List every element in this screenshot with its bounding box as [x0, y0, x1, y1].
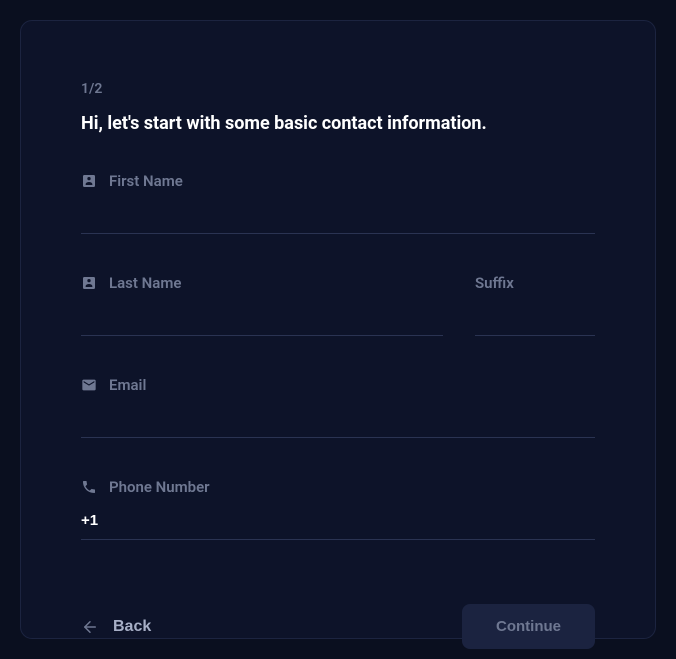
- contact-form-card: 1/2 Hi, let's start with some basic cont…: [20, 20, 656, 639]
- last-name-label-text: Last Name: [109, 274, 181, 292]
- first-name-label-text: First Name: [109, 172, 183, 190]
- phone-icon: [81, 479, 97, 495]
- step-indicator: 1/2: [81, 81, 595, 97]
- first-name-group: First Name: [81, 172, 595, 234]
- suffix-label-text: Suffix: [475, 274, 514, 292]
- suffix-field[interactable]: [475, 300, 595, 336]
- envelope-icon: [81, 377, 97, 393]
- phone-label: Phone Number: [81, 478, 595, 496]
- page-title: Hi, let's start with some basic contact …: [81, 113, 595, 134]
- person-card-icon: [81, 173, 97, 189]
- email-group: Email: [81, 376, 595, 438]
- email-label-text: Email: [109, 376, 146, 394]
- suffix-group: Suffix: [475, 274, 595, 336]
- arrow-left-icon: [81, 618, 99, 636]
- phone-label-text: Phone Number: [109, 478, 210, 496]
- email-label: Email: [81, 376, 595, 394]
- last-name-group: Last Name: [81, 274, 443, 336]
- suffix-label: Suffix: [475, 274, 595, 292]
- person-card-icon: [81, 275, 97, 291]
- phone-field[interactable]: [81, 504, 595, 540]
- back-button[interactable]: Back: [81, 610, 151, 644]
- back-button-label: Back: [113, 618, 151, 636]
- first-name-label: First Name: [81, 172, 595, 190]
- form-footer: Back Continue: [81, 604, 595, 649]
- first-name-field[interactable]: [81, 198, 595, 234]
- email-field[interactable]: [81, 402, 595, 438]
- phone-group: Phone Number: [81, 478, 595, 540]
- form-body: First Name Last Name Suffix: [81, 172, 595, 580]
- continue-button[interactable]: Continue: [462, 604, 595, 649]
- last-name-field[interactable]: [81, 300, 443, 336]
- last-name-label: Last Name: [81, 274, 443, 292]
